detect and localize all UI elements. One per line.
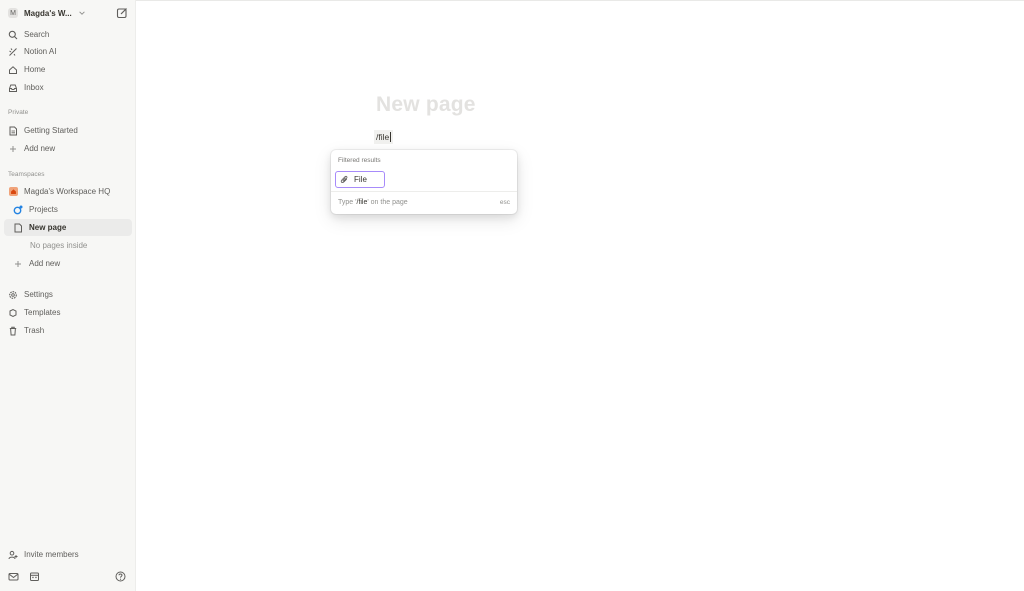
workspace-switcher[interactable]: M Magda's W... xyxy=(4,5,132,21)
section-label-teamspaces: Teamspaces xyxy=(8,171,45,178)
page-icon xyxy=(13,223,23,233)
sidebar-item-label: Magda's Workspace HQ xyxy=(24,187,111,196)
footer-command: /file xyxy=(356,199,368,206)
filtered-results-label: Filtered results xyxy=(338,157,381,164)
new-page-compose-icon[interactable] xyxy=(116,7,128,19)
menu-item-file[interactable]: File xyxy=(335,171,385,188)
typed-command: /file xyxy=(376,132,390,142)
mail-icon[interactable] xyxy=(8,571,19,582)
paperclip-icon xyxy=(340,175,348,183)
sidebar-item-add-new-teamspace[interactable]: Add new xyxy=(4,255,132,272)
plus-icon xyxy=(8,144,18,154)
sidebar-item-settings[interactable]: Settings xyxy=(4,286,132,303)
workspace-avatar: M xyxy=(8,8,18,18)
slash-command-menu: Filtered results File Type '/file' on th… xyxy=(331,150,517,214)
templates-icon xyxy=(8,308,18,318)
sidebar-item-inbox[interactable]: Inbox xyxy=(4,79,132,96)
page-icon xyxy=(8,126,18,136)
sidebar-item-new-page[interactable]: New page xyxy=(4,219,132,236)
main-content: New page /file Filtered results File Typ… xyxy=(137,0,1024,591)
sidebar-item-notion-ai[interactable]: Notion AI xyxy=(4,43,132,60)
sidebar-item-label: Projects xyxy=(29,205,58,214)
menu-item-label: File xyxy=(354,175,367,184)
gear-icon xyxy=(8,290,18,300)
sidebar-item-label: Settings xyxy=(24,290,53,299)
footer-suffix: ' on the page xyxy=(367,199,408,206)
trash-icon xyxy=(8,326,18,336)
slash-command-text[interactable]: /file xyxy=(374,130,394,144)
sidebar-item-templates[interactable]: Templates xyxy=(4,304,132,321)
footer-prefix: Type ' xyxy=(338,199,357,206)
esc-hint[interactable]: esc xyxy=(500,199,510,206)
sidebar-item-label: Trash xyxy=(24,326,45,335)
sidebar-item-trash[interactable]: Trash xyxy=(4,322,132,339)
inbox-icon xyxy=(8,83,18,93)
sidebar-item-add-new-private[interactable]: Add new xyxy=(4,140,132,157)
menu-footer-hint: Type '/file' on the page xyxy=(338,199,408,206)
chevron-down-icon xyxy=(78,11,85,15)
sidebar-item-home[interactable]: Home xyxy=(4,61,132,78)
sidebar-item-label: Inbox xyxy=(24,83,44,92)
sidebar-item-label: Getting Started xyxy=(24,126,78,135)
home-icon xyxy=(8,65,18,75)
workspace-name: Magda's W... xyxy=(24,8,72,18)
page-title[interactable]: New page xyxy=(376,93,476,117)
sidebar-item-label: Add new xyxy=(29,259,61,268)
help-icon[interactable] xyxy=(115,571,126,582)
sidebar-item-label: Add new xyxy=(24,144,56,153)
sidebar-item-label: Notion AI xyxy=(24,47,57,56)
text-caret xyxy=(390,132,392,142)
sidebar-item-label: Search xyxy=(24,30,50,39)
sidebar-item-projects[interactable]: Projects xyxy=(4,201,132,218)
section-label-private: Private xyxy=(8,109,29,116)
sidebar-item-label: Home xyxy=(24,65,46,74)
no-pages-inside: No pages inside xyxy=(30,241,88,250)
sidebar-item-getting-started[interactable]: Getting Started xyxy=(4,122,132,139)
invite-members-icon xyxy=(8,550,18,560)
notion-ai-icon xyxy=(8,47,18,57)
sidebar-item-workspace-hq[interactable]: Magda's Workspace HQ xyxy=(4,183,132,200)
search-icon xyxy=(8,30,18,40)
projects-icon xyxy=(13,205,23,215)
plus-icon xyxy=(13,259,23,269)
menu-divider xyxy=(331,191,517,192)
sidebar-item-label: New page xyxy=(29,223,67,232)
sidebar-item-label: Templates xyxy=(24,308,61,317)
sidebar: M Magda's W... Search Notion AI Home Inb… xyxy=(0,0,136,591)
sidebar-item-label: Invite members xyxy=(24,550,79,559)
sidebar-item-search[interactable]: Search xyxy=(4,26,132,43)
sidebar-footer xyxy=(0,571,136,585)
teamspace-house-icon xyxy=(8,187,18,197)
calendar-icon[interactable] xyxy=(29,571,40,582)
sidebar-item-invite-members[interactable]: Invite members xyxy=(4,546,132,563)
